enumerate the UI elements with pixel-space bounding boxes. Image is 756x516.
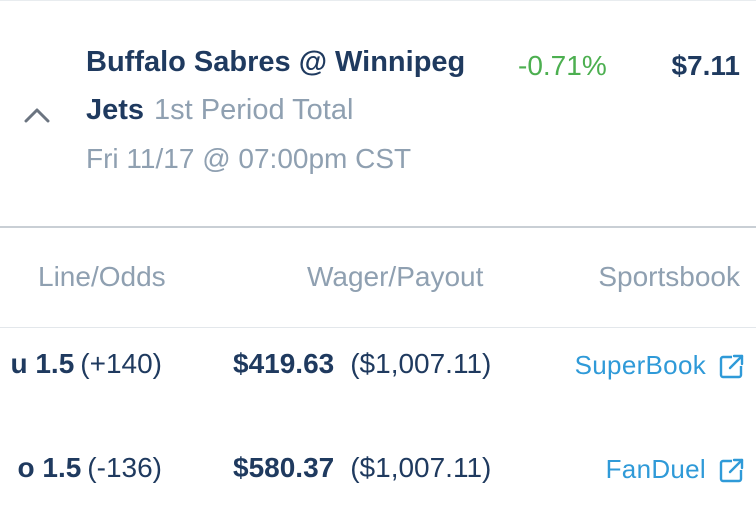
wager-payout: $419.63 ($1,007.11): [233, 348, 491, 380]
line-odds: u 1.5 (+140): [10, 348, 162, 380]
line-odds: o 1.5 (-136): [17, 452, 162, 484]
column-header-sportsbook: Sportsbook: [598, 261, 740, 292]
column-header-wager-payout: Wager/Payout: [307, 261, 484, 292]
wager-amount: $419.63: [233, 348, 335, 379]
sportsbook-name: SuperBook: [574, 350, 706, 380]
bet-line: o 1.5: [17, 452, 82, 483]
external-link-icon: [718, 352, 746, 380]
collapse-button[interactable]: [22, 100, 52, 130]
event-datetime: Fri 11/17 @ 07:00pm CST: [86, 143, 412, 174]
bet-card: Buffalo Sabres @ Winnipeg Jets 1st Period…: [0, 0, 756, 516]
event-market: 1st Period Total: [154, 94, 354, 126]
event-subtitle: Jets 1st Period Total: [86, 94, 353, 127]
column-header-line-odds: Line/Odds: [38, 261, 166, 292]
bet-line: u 1.5: [10, 348, 75, 379]
sportsbook-name: FanDuel: [605, 454, 706, 484]
ev-percent: -0.71%: [518, 50, 607, 81]
payout-amount: ($1,007.11): [350, 348, 492, 379]
wager-payout: $580.37 ($1,007.11): [233, 452, 491, 484]
bet-odds: (+140): [80, 348, 162, 379]
ev-amount: $7.11: [671, 50, 740, 81]
sportsbook-link-fanduel[interactable]: FanDuel: [606, 454, 746, 485]
external-link-icon: [718, 456, 746, 484]
event-team: Jets: [86, 94, 145, 126]
chevron-up-icon: [24, 108, 50, 123]
payout-amount: ($1,007.11): [350, 452, 492, 483]
bet-row: u 1.5 (+140) $419.63 ($1,007.11) SuperBook: [0, 336, 756, 396]
header-divider: [0, 327, 756, 328]
bet-odds: (-136): [87, 452, 162, 483]
wager-amount: $580.37: [233, 452, 335, 483]
sportsbook-link-superbook[interactable]: SuperBook: [575, 350, 746, 381]
event-matchup: Buffalo Sabres @ Winnipeg: [86, 46, 466, 78]
bet-row: o 1.5 (-136) $580.37 ($1,007.11) FanDuel: [0, 440, 756, 500]
section-divider: [0, 226, 756, 228]
top-divider: [0, 0, 756, 1]
